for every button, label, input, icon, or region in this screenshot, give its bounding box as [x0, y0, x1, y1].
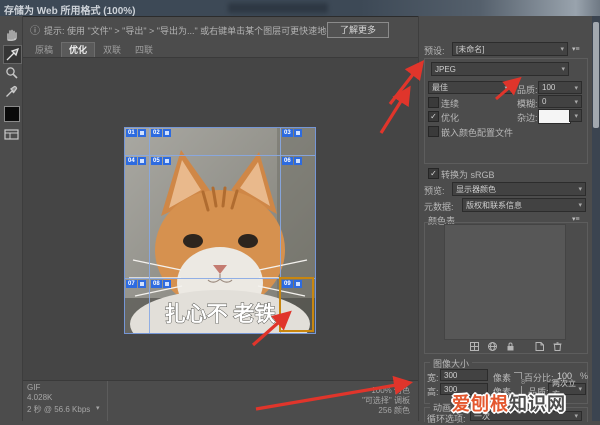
slice-type-icon — [294, 157, 302, 165]
progressive-checkbox[interactable] — [428, 97, 439, 108]
watermark-part1: 爱刨根 — [452, 394, 509, 414]
srgb-checkbox[interactable]: ✓ — [428, 168, 439, 179]
percent-unit: % — [580, 371, 588, 381]
preset-label: 预设: — [424, 44, 445, 57]
blur-label: 模糊: — [517, 97, 538, 110]
dropdown-arrow-icon: ▾ — [574, 98, 578, 106]
tip-text: 提示: 使用 "文件" > "导出" > "导出为..." 或右键单击某个图层可… — [44, 24, 362, 37]
image-caption: 扎心不 老铁 — [165, 302, 276, 326]
title-bar: 存储为 Web 所用格式 (100%) — [0, 0, 600, 17]
slice-badge[interactable]: 05 — [151, 157, 171, 165]
window-title: 存储为 Web 所用格式 (100%) — [4, 2, 136, 17]
quality-label: 品质: — [517, 83, 538, 96]
srgb-label: 转换为 sRGB — [441, 168, 495, 181]
lock-icon[interactable] — [506, 342, 515, 351]
snap-grid-icon[interactable] — [470, 342, 479, 351]
slice-type-icon — [138, 129, 146, 137]
width-label: 宽: — [427, 371, 439, 384]
zoom-tool-icon[interactable] — [3, 64, 20, 81]
tab-original[interactable]: 原稿 — [29, 43, 59, 58]
quality-preset-dropdown[interactable]: 最佳▾ — [428, 81, 512, 94]
slice-badge[interactable]: 06 — [282, 157, 302, 165]
slice-type-icon — [163, 129, 171, 137]
tab-four-up[interactable]: 四联 — [129, 43, 159, 58]
slice-badge[interactable]: 01 — [126, 129, 146, 137]
matte-color-swatch[interactable] — [538, 109, 571, 124]
metadata-dropdown[interactable]: 版权和联系信息▾ — [462, 198, 586, 212]
format-dropdown[interactable]: JPEG▾ — [431, 62, 569, 76]
preview-dropdown[interactable]: 显示器颜色▾ — [452, 182, 586, 196]
slice-badge[interactable]: 07 — [126, 280, 146, 288]
dropdown-arrow-icon: ▾ — [504, 84, 508, 92]
height-label: 高: — [427, 385, 439, 398]
dropdown-arrow-icon: ▾ — [574, 84, 578, 92]
embed-profile-label: 嵌入颜色配置文件 — [441, 126, 513, 139]
metadata-label: 元数据: — [424, 200, 454, 213]
dropdown-arrow-icon: ▾ — [578, 201, 582, 209]
page-scrollbar-thumb[interactable] — [593, 22, 599, 128]
color-table-area[interactable] — [444, 224, 566, 340]
matte-label: 杂边: — [517, 111, 538, 124]
panel-menu-icon[interactable]: ▾≡ — [572, 45, 580, 53]
learn-more-button[interactable]: 了解更多 — [327, 22, 389, 38]
slice-badge[interactable]: 09 — [282, 280, 302, 288]
optimized-label: 优化 — [441, 111, 459, 124]
slice-guide-line — [149, 128, 150, 333]
slice-badge[interactable]: 04 — [126, 157, 146, 165]
dropdown-arrow-icon: ▾ — [561, 65, 565, 73]
status-divider — [107, 381, 108, 421]
download-speed-dropdown-icon[interactable]: ▾ — [96, 404, 100, 412]
progressive-label: 连续 — [441, 97, 459, 110]
dropdown-arrow-icon: ▾ — [560, 45, 564, 53]
blurred-text — [228, 3, 328, 13]
delete-icon[interactable] — [553, 342, 562, 351]
slice-select-tool-icon[interactable] — [3, 45, 22, 64]
optimized-checkbox[interactable]: ✓ — [428, 111, 439, 122]
web-shift-icon[interactable] — [488, 342, 497, 351]
status-colors: 256 颜色 — [260, 405, 410, 416]
slice-badge[interactable]: 08 — [151, 280, 171, 288]
slice-badge[interactable]: 03 — [282, 129, 302, 137]
status-format: GIF — [27, 383, 40, 392]
slice-type-icon — [163, 157, 171, 165]
width-unit: 像素 — [493, 371, 511, 384]
blur-field[interactable]: 0▾ — [538, 95, 582, 108]
preset-dropdown[interactable]: [未命名]▾ — [452, 42, 568, 56]
eyedropper-tool-icon[interactable] — [3, 83, 20, 100]
dropdown-arrow-icon: ▾ — [574, 112, 578, 120]
slice-type-icon — [138, 280, 146, 288]
status-download-time: 2 秒 @ 56.6 Kbps — [27, 404, 90, 415]
slice-guide-line — [125, 155, 315, 156]
tab-two-up[interactable]: 双联 — [97, 43, 127, 58]
matte-dropdown[interactable]: ▾ — [569, 109, 582, 122]
optimized-image-preview[interactable]: 扎心不 老铁 01 02 03 04 05 06 07 08 09 — [125, 128, 315, 333]
info-icon: ⓘ — [30, 22, 40, 37]
slice-color-swatch[interactable] — [4, 106, 20, 122]
dropdown-arrow-icon: ▾ — [578, 385, 582, 393]
hand-tool-icon[interactable] — [3, 26, 20, 43]
dropdown-arrow-icon: ▾ — [578, 185, 582, 193]
slice-badge[interactable]: 02 — [151, 129, 171, 137]
slice-type-icon — [163, 280, 171, 288]
toggle-slices-icon[interactable] — [3, 126, 20, 143]
site-watermark: 爱刨根知识网 — [452, 390, 566, 416]
color-table-buttons — [470, 342, 562, 351]
quality-field[interactable]: 100▾ — [538, 81, 582, 94]
width-field[interactable]: 300 — [440, 369, 488, 381]
slice-type-icon — [294, 280, 302, 288]
dropdown-arrow-icon: ▾ — [574, 412, 578, 420]
embed-profile-checkbox[interactable] — [428, 126, 439, 137]
slice-type-icon — [138, 157, 146, 165]
new-color-icon[interactable] — [535, 342, 544, 351]
preview-label: 预览: — [424, 184, 445, 197]
status-file-size: 4.028K — [27, 393, 52, 402]
watermark-part2: 知识网 — [509, 394, 566, 414]
slice-type-icon — [294, 129, 302, 137]
